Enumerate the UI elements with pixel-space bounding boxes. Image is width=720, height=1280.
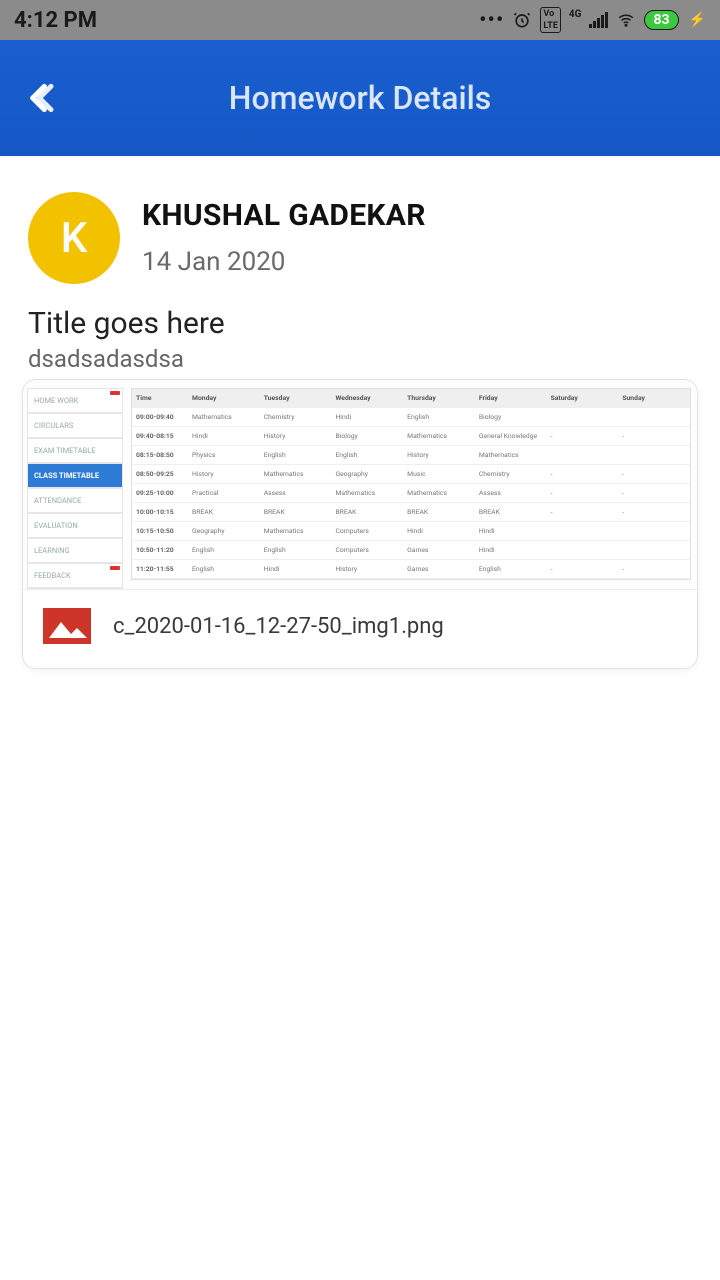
preview-sidebar-item: PROFILE — [27, 588, 123, 590]
image-file-icon — [43, 608, 91, 644]
attachment-card[interactable]: HOME WORKCIRCULARSEXAM TIMETABLECLASS TI… — [22, 379, 698, 669]
back-button[interactable] — [22, 74, 70, 122]
preview-table: TimeMondayTuesdayWednesdayThursdayFriday… — [131, 388, 691, 580]
attachment-preview: HOME WORKCIRCULARSEXAM TIMETABLECLASS TI… — [23, 380, 697, 590]
preview-sidebar: HOME WORKCIRCULARSEXAM TIMETABLECLASS TI… — [27, 388, 123, 590]
author-name: KHUSHAL GADEKAR — [142, 198, 426, 233]
preview-sidebar-item: CLASS TIMETABLE — [27, 463, 123, 488]
status-icons: ••• VoLTE 4G 83 ⚡ — [479, 7, 706, 33]
status-bar: 4:12 PM ••• VoLTE 4G 83 ⚡ — [0, 0, 720, 40]
file-row[interactable]: c_2020-01-16_12-27-50_img1.png — [23, 590, 697, 668]
preview-sidebar-item: FEEDBACK — [27, 563, 123, 588]
page-title: Homework Details — [229, 79, 491, 117]
post-title: Title goes here — [28, 306, 692, 341]
avatar: K — [28, 192, 120, 284]
preview-sidebar-item: HOME WORK — [27, 388, 123, 413]
post-meta: KHUSHAL GADEKAR 14 Jan 2020 — [142, 192, 426, 277]
preview-sidebar-item: ATTENDANCE — [27, 488, 123, 513]
file-name: c_2020-01-16_12-27-50_img1.png — [113, 614, 444, 639]
signal-icon — [589, 12, 608, 28]
preview-sidebar-item: CIRCULARS — [27, 413, 123, 438]
status-time: 4:12 PM — [14, 8, 97, 33]
volte-icon: VoLTE — [540, 7, 561, 33]
charging-icon: ⚡ — [689, 12, 706, 28]
wifi-icon — [616, 10, 636, 30]
preview-sidebar-item: LEARNING — [27, 538, 123, 563]
alarm-icon — [512, 10, 532, 30]
app-bar: Homework Details — [0, 40, 720, 156]
content-area: K KHUSHAL GADEKAR 14 Jan 2020 Title goes… — [0, 156, 720, 669]
post-description: dsadsadasdsa — [28, 345, 692, 373]
preview-sidebar-item: EVALUATION — [27, 513, 123, 538]
more-dots-icon: ••• — [479, 8, 504, 33]
preview-sidebar-item: EXAM TIMETABLE — [27, 438, 123, 463]
post-header: K KHUSHAL GADEKAR 14 Jan 2020 — [28, 192, 692, 284]
battery-indicator: 83 — [644, 10, 678, 30]
post-date: 14 Jan 2020 — [142, 247, 426, 277]
4g-icon: 4G — [569, 9, 582, 20]
